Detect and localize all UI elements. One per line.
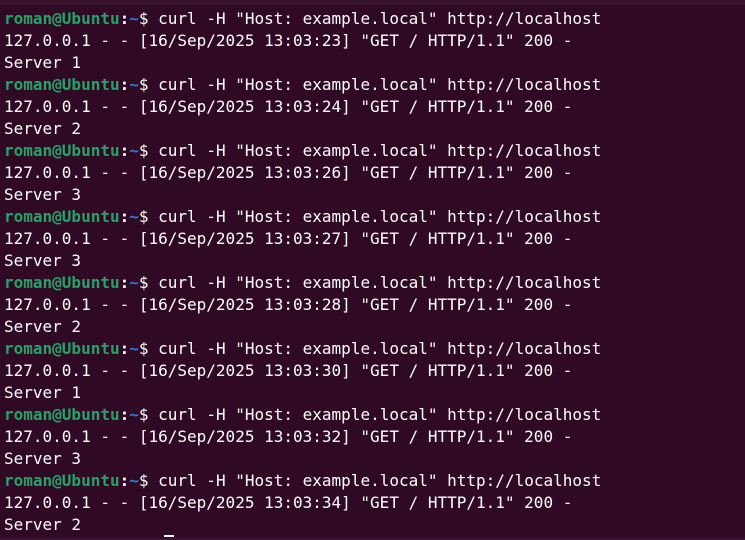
prompt-symbol: $ xyxy=(138,273,149,292)
prompt-cwd: ~ xyxy=(129,471,139,490)
prompt-cwd: ~ xyxy=(129,339,139,358)
response-line: Server 3 xyxy=(4,251,82,270)
prompt-user-host: roman@Ubuntu xyxy=(4,207,120,226)
prompt-line: roman@Ubuntu:~$ curl -H "Host: example.l… xyxy=(4,470,745,492)
command-text[interactable]: curl -H "Host: example.local" http://loc… xyxy=(158,339,601,358)
response-line: Server 2 xyxy=(4,515,82,534)
prompt-separator: : xyxy=(119,471,130,490)
prompt-separator: : xyxy=(119,273,130,292)
response-line: Server 3 xyxy=(4,185,82,204)
log-line: 127.0.0.1 - - [16/Sep/2025 13:03:32] "GE… xyxy=(4,427,573,446)
command-text[interactable]: curl -H "Host: example.local" http://loc… xyxy=(158,471,601,490)
terminal-top-edge xyxy=(0,0,745,5)
prompt-symbol: $ xyxy=(138,207,149,226)
text-cursor xyxy=(164,535,174,537)
log-line: 127.0.0.1 - - [16/Sep/2025 13:03:26] "GE… xyxy=(4,163,573,182)
response-line: Server 1 xyxy=(4,53,82,72)
prompt-symbol: $ xyxy=(138,75,149,94)
response-line: Server 1 xyxy=(4,383,82,402)
command-text[interactable]: curl -H "Host: example.local" http://loc… xyxy=(158,141,601,160)
terminal-window[interactable]: roman@Ubuntu:~$ curl -H "Host: example.l… xyxy=(0,0,745,540)
prompt-separator: : xyxy=(119,339,130,358)
prompt-cwd: ~ xyxy=(129,207,139,226)
prompt-cwd: ~ xyxy=(129,75,139,94)
prompt-user-host: roman@Ubuntu xyxy=(4,405,120,424)
prompt-separator: : xyxy=(119,75,130,94)
prompt-line: roman@Ubuntu:~$ curl -H "Host: example.l… xyxy=(4,272,745,294)
prompt-line: roman@Ubuntu:~$ curl -H "Host: example.l… xyxy=(4,140,745,162)
prompt-user-host: roman@Ubuntu xyxy=(4,273,120,292)
prompt-user-host: roman@Ubuntu xyxy=(4,75,120,94)
prompt-symbol: $ xyxy=(138,141,149,160)
response-line: Server 2 xyxy=(4,119,82,138)
command-text[interactable]: curl -H "Host: example.local" http://loc… xyxy=(158,273,601,292)
prompt-line: roman@Ubuntu:~$ curl -H "Host: example.l… xyxy=(4,206,745,228)
prompt-symbol: $ xyxy=(138,405,149,424)
prompt-separator: : xyxy=(119,207,130,226)
command-text[interactable]: curl -H "Host: example.local" http://loc… xyxy=(158,405,601,424)
prompt-cwd: ~ xyxy=(129,141,139,160)
prompt-symbol: $ xyxy=(138,339,149,358)
log-line: 127.0.0.1 - - [16/Sep/2025 13:03:34] "GE… xyxy=(4,493,573,512)
prompt-cwd: ~ xyxy=(129,405,139,424)
log-line: 127.0.0.1 - - [16/Sep/2025 13:03:28] "GE… xyxy=(4,295,573,314)
prompt-line: roman@Ubuntu:~$ curl -H "Host: example.l… xyxy=(4,338,745,360)
prompt-line: roman@Ubuntu:~$ curl -H "Host: example.l… xyxy=(4,404,745,426)
prompt-separator: : xyxy=(119,141,130,160)
log-line: 127.0.0.1 - - [16/Sep/2025 13:03:30] "GE… xyxy=(4,361,573,380)
prompt-cwd: ~ xyxy=(129,9,139,28)
prompt-symbol: $ xyxy=(138,471,149,490)
command-text[interactable]: curl -H "Host: example.local" http://loc… xyxy=(158,207,601,226)
prompt-user-host: roman@Ubuntu xyxy=(4,141,120,160)
log-line: 127.0.0.1 - - [16/Sep/2025 13:03:23] "GE… xyxy=(4,31,573,50)
command-text[interactable]: curl -H "Host: example.local" http://loc… xyxy=(158,9,601,28)
prompt-cwd: ~ xyxy=(129,273,139,292)
prompt-symbol: $ xyxy=(138,9,149,28)
prompt-user-host: roman@Ubuntu xyxy=(4,339,120,358)
prompt-line: roman@Ubuntu:~$ curl -H "Host: example.l… xyxy=(4,74,745,96)
prompt-user-host: roman@Ubuntu xyxy=(4,9,120,28)
log-line: 127.0.0.1 - - [16/Sep/2025 13:03:24] "GE… xyxy=(4,97,573,116)
prompt-user-host: roman@Ubuntu xyxy=(4,471,120,490)
prompt-separator: : xyxy=(119,9,130,28)
prompt-line: roman@Ubuntu:~$ curl -H "Host: example.l… xyxy=(4,8,745,30)
response-line: Server 2 xyxy=(4,317,82,336)
log-line: 127.0.0.1 - - [16/Sep/2025 13:03:27] "GE… xyxy=(4,229,573,248)
prompt-separator: : xyxy=(119,405,130,424)
command-text[interactable]: curl -H "Host: example.local" http://loc… xyxy=(158,75,601,94)
terminal-output[interactable]: roman@Ubuntu:~$ curl -H "Host: example.l… xyxy=(4,8,745,536)
response-line: Server 3 xyxy=(4,449,82,468)
